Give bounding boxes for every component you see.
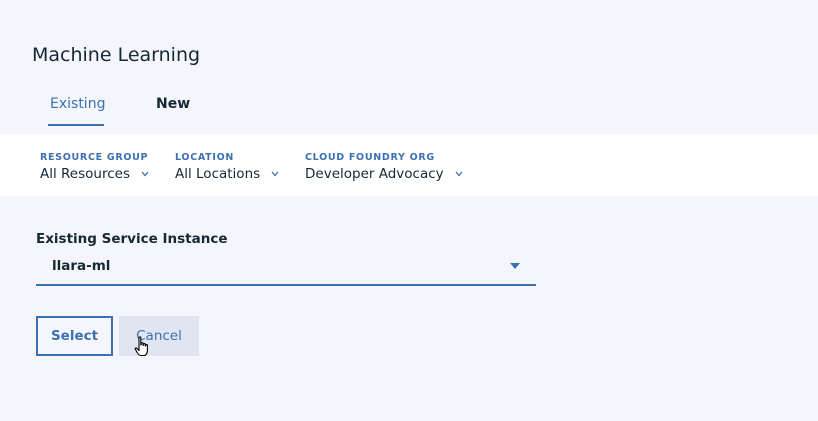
location-filter[interactable]: LOCATION All Locations bbox=[175, 152, 279, 182]
service-instance-label: Existing Service Instance bbox=[36, 231, 228, 247]
tab-existing[interactable]: Existing bbox=[48, 96, 105, 126]
chevron-down-icon bbox=[271, 171, 279, 177]
location-value: All Locations bbox=[175, 166, 261, 182]
cancel-button[interactable]: Cancel bbox=[119, 316, 199, 356]
filter-bar: RESOURCE GROUP All Resources LOCATION Al… bbox=[0, 134, 818, 196]
select-button[interactable]: Select bbox=[36, 316, 113, 356]
tab-list: Existing New bbox=[48, 96, 192, 126]
cloud-foundry-org-label: CLOUD FOUNDRY ORG bbox=[305, 152, 435, 163]
resource-group-label: RESOURCE GROUP bbox=[40, 152, 149, 163]
page-title: Machine Learning bbox=[32, 44, 201, 66]
service-instance-select[interactable]: llara-ml bbox=[36, 250, 536, 286]
machine-learning-panel: Machine Learning Existing New RESOURCE G… bbox=[0, 0, 818, 421]
cloud-foundry-org-filter[interactable]: CLOUD FOUNDRY ORG Developer Advocacy bbox=[305, 152, 463, 182]
location-label: LOCATION bbox=[175, 152, 235, 163]
service-instance-value: llara-ml bbox=[52, 258, 111, 274]
chevron-down-icon bbox=[455, 171, 463, 177]
tab-new[interactable]: New bbox=[154, 96, 192, 124]
cloud-foundry-org-value: Developer Advocacy bbox=[305, 166, 444, 182]
caret-down-icon bbox=[510, 263, 520, 269]
resource-group-value: All Resources bbox=[40, 166, 130, 182]
chevron-down-icon bbox=[141, 171, 149, 177]
resource-group-filter[interactable]: RESOURCE GROUP All Resources bbox=[40, 152, 149, 182]
